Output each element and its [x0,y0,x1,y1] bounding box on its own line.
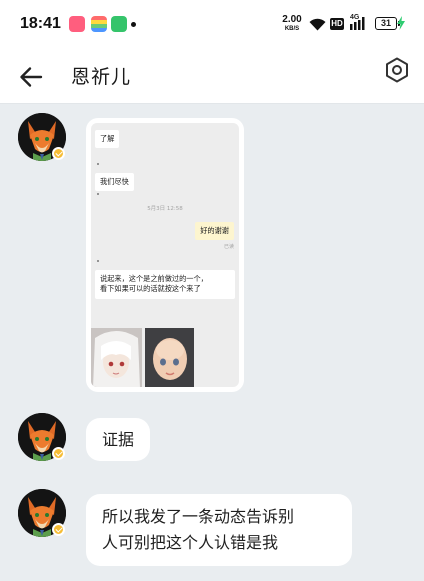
chat-title: 恩祈儿 [71,66,132,88]
text-message[interactable]: 证据 [86,418,151,461]
mini-timestamp: 5月3日 12:58 [147,206,183,212]
net-speed: 2.00 KB/S [281,14,303,33]
image-message[interactable]: 了解 我们尽快 5月3日 12:58 好的谢谢 已读 说起来，这个是之前做过的一… [86,118,244,392]
text-message-line: 所以我发了一条动态告诉别 [102,507,295,526]
verified-badge [52,523,65,536]
text-message[interactable]: 所以我发了一条动态告诉别 人可别把这个人认错是我 [86,494,352,566]
mini-photo-doll-head [145,328,194,387]
signal-icon [350,17,365,30]
mini-photo-white-hair [91,328,142,387]
net-speed-value: 2.00 [282,14,302,25]
mini-dot [97,193,99,195]
verified-badge [52,447,65,460]
mini-message: 说起来，这个是之前做过的一个， 看下如果可以的话就按这个来了 [95,270,235,299]
hd-icon: HD [330,18,344,30]
battery-icon: 31 [375,17,400,30]
wifi-icon [309,18,326,31]
chat-screenshot: 了解 我们尽快 5月3日 12:58 好的谢谢 已读 说起来，这个是之前做过的一… [91,123,239,387]
mini-read-status: 已读 [223,244,234,250]
mini-message-line: 看下如果可以的话就按这个来了 [100,284,201,294]
notification-dot [131,22,136,27]
text-message-line: 人可别把这个人认错是我 [102,533,279,552]
hexagon-settings-icon[interactable] [383,56,411,84]
status-time: 18:41 [20,15,61,32]
green-app-icon [111,16,127,32]
mini-message-self: 好的谢谢 [195,222,234,241]
mini-dot [97,163,99,165]
chat-header: 恩祈儿 [0,50,424,104]
verified-badge [52,147,65,160]
rainbow-app-icon [91,16,107,32]
arrow-left-icon[interactable] [18,64,44,90]
mini-dot [97,260,99,262]
mini-message: 了解 [95,130,120,149]
mini-message-line: 说起来，这个是之前做过的一个， [100,274,208,283]
mini-message: 我们尽快 [95,173,134,192]
red-app-icon [69,16,85,32]
net-speed-unit: KB/S [284,26,300,32]
charging-icon [397,16,405,30]
status-bar: 18:41 2.00 KB/S HD 4G 31 [0,0,424,50]
